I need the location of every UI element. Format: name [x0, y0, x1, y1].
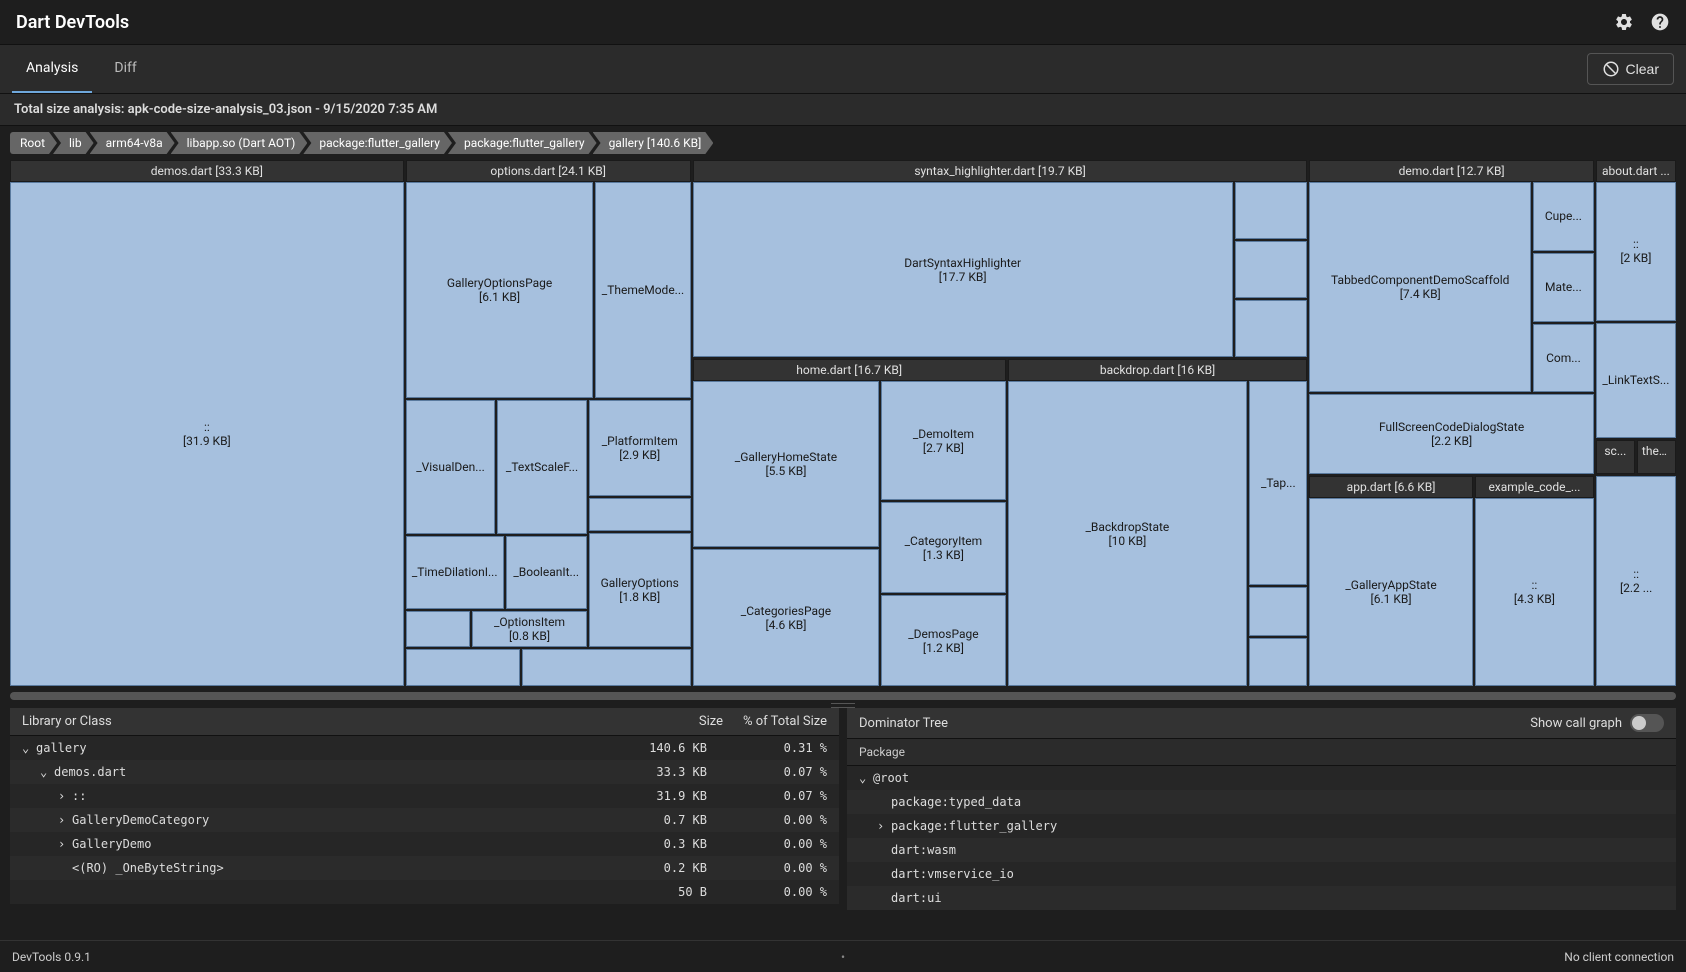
tab-analysis[interactable]: Analysis: [12, 45, 92, 93]
crumb-arch[interactable]: arm64-v8a: [90, 132, 175, 154]
treemap-node[interactable]: [1235, 241, 1308, 298]
treemap-node[interactable]: _DemosPage [1.2 KB]: [881, 595, 1005, 686]
list-item[interactable]: dart:ui: [847, 886, 1676, 910]
status-center: •: [841, 950, 845, 964]
table-row[interactable]: ⌄demos.dart33.3 KB0.07 %: [10, 760, 839, 784]
treemap-node[interactable]: _LinkTextS...: [1596, 323, 1676, 438]
treemap-header-home[interactable]: home.dart [16.7 KB]: [693, 359, 1006, 381]
treemap-header-demo[interactable]: demo.dart [12.7 KB]: [1309, 160, 1593, 182]
treemap-header-syntax[interactable]: syntax_highlighter.dart [19.7 KB]: [693, 160, 1308, 182]
list-item[interactable]: dart:vmservice_io: [847, 862, 1676, 886]
treemap-node[interactable]: GalleryOptions [1.8 KB]: [589, 533, 691, 647]
treemap-node[interactable]: GalleryOptionsPage [6.1 KB]: [406, 182, 594, 398]
treemap-header-backdrop[interactable]: backdrop.dart [16 KB]: [1008, 359, 1308, 381]
crumb-pkg1[interactable]: package:flutter_gallery: [303, 132, 452, 154]
list-item[interactable]: dart:wasm: [847, 838, 1676, 862]
list-item[interactable]: ⌄@root: [847, 766, 1676, 790]
table-row[interactable]: 50 B0.00 %: [10, 880, 839, 904]
treemap-header-sc[interactable]: sc...: [1596, 440, 1635, 475]
treemap-node[interactable]: _GalleryHomeState [5.5 KB]: [693, 381, 880, 547]
col-size: Size: [699, 714, 723, 729]
treemap-node[interactable]: _GalleryAppState [6.1 KB]: [1309, 498, 1472, 686]
treemap-node[interactable]: _CategoryItem [1.3 KB]: [881, 502, 1005, 593]
toggle-label: Show call graph: [1530, 716, 1622, 731]
treemap-node[interactable]: [589, 498, 691, 531]
treemap-scrollbar[interactable]: [10, 690, 1676, 702]
treemap-node[interactable]: _ThemeMode...: [595, 182, 690, 398]
list-item[interactable]: ›package:flutter_gallery: [847, 814, 1676, 838]
treemap-node[interactable]: [406, 649, 520, 686]
treemap-node[interactable]: :: [31.9 KB]: [10, 182, 404, 686]
table-row[interactable]: ⌄gallery140.6 KB0.31 %: [10, 736, 839, 760]
list-item[interactable]: package:typed_data: [847, 790, 1676, 814]
crumb-libapp[interactable]: libapp.so (Dart AOT): [171, 132, 308, 154]
treemap-node[interactable]: _BooleanIt...: [506, 536, 587, 609]
treemap: demos.dart [33.3 KB] :: [31.9 KB] option…: [0, 160, 1686, 690]
crumb-gallery[interactable]: gallery [140.6 KB]: [593, 132, 714, 154]
treemap-node[interactable]: [1235, 182, 1308, 239]
table-row[interactable]: ›::31.9 KB0.07 %: [10, 784, 839, 808]
treemap-node[interactable]: [1249, 638, 1307, 686]
treemap-header-about[interactable]: about.dart ...: [1596, 160, 1676, 182]
treemap-node[interactable]: Mate...: [1533, 253, 1594, 322]
analysis-title: Total size analysis: apk-code-size-analy…: [0, 94, 1686, 126]
treemap-node[interactable]: _TextScaleF...: [497, 400, 587, 534]
breadcrumb: Root lib arm64-v8a libapp.so (Dart AOT) …: [0, 126, 1686, 160]
crumb-root[interactable]: Root: [10, 132, 57, 154]
table-row[interactable]: ›GalleryDemo0.3 KB0.00 %: [10, 832, 839, 856]
table-row[interactable]: ›GalleryDemoCategory0.7 KB0.00 %: [10, 808, 839, 832]
tab-diff[interactable]: Diff: [100, 45, 150, 93]
library-panel: Library or Class Size % of Total Size ⌄g…: [10, 708, 839, 940]
clear-button[interactable]: Clear: [1587, 53, 1674, 85]
treemap-node[interactable]: [1235, 300, 1308, 357]
crumb-pkg2[interactable]: package:flutter_gallery: [448, 132, 597, 154]
treemap-node[interactable]: _TimeDilationI...: [406, 536, 504, 609]
treemap-header-app[interactable]: app.dart [6.6 KB]: [1309, 476, 1472, 498]
treemap-node[interactable]: [406, 611, 470, 647]
treemap-node[interactable]: DartSyntaxHighlighter [17.7 KB]: [693, 182, 1233, 357]
treemap-node[interactable]: [522, 649, 691, 686]
treemap-node[interactable]: Cupe...: [1533, 182, 1594, 251]
treemap-node[interactable]: :: [2.2 ...: [1596, 476, 1676, 686]
treemap-header-demos[interactable]: demos.dart [33.3 KB]: [10, 160, 404, 182]
block-icon: [1602, 60, 1620, 78]
treemap-node[interactable]: _PlatformItem [2.9 KB]: [589, 400, 691, 496]
treemap-node[interactable]: _VisualDen...: [406, 400, 496, 534]
treemap-node[interactable]: _BackdropState [10 KB]: [1008, 381, 1247, 686]
app-title: Dart DevTools: [16, 12, 129, 33]
treemap-node[interactable]: TabbedComponentDemoScaffold [7.4 KB]: [1309, 182, 1531, 392]
treemap-node[interactable]: _Tap...: [1249, 381, 1307, 585]
status-connection: No client connection: [1564, 950, 1674, 964]
treemap-node[interactable]: Com...: [1533, 324, 1594, 393]
treemap-node[interactable]: _OptionsItem [0.8 KB]: [472, 611, 587, 647]
status-version: DevTools 0.9.1: [12, 950, 91, 964]
treemap-node[interactable]: _CategoriesPage [4.6 KB]: [693, 549, 880, 686]
help-icon[interactable]: [1650, 12, 1670, 32]
treemap-node[interactable]: _DemoItem [2.7 KB]: [881, 381, 1005, 500]
treemap-node[interactable]: :: [4.3 KB]: [1475, 498, 1595, 686]
treemap-node[interactable]: [1249, 587, 1307, 635]
col-pct: % of Total Size: [743, 714, 827, 729]
call-graph-toggle[interactable]: [1630, 714, 1664, 732]
table-row[interactable]: <(RO) _OneByteString>0.2 KB0.00 %: [10, 856, 839, 880]
treemap-header-example[interactable]: example_code_...: [1475, 476, 1595, 498]
dominator-title: Dominator Tree: [859, 716, 948, 731]
treemap-header-options[interactable]: options.dart [24.1 KB]: [406, 160, 691, 182]
clear-label: Clear: [1626, 61, 1659, 77]
gear-icon[interactable]: [1614, 12, 1634, 32]
dominator-panel: Dominator Tree Show call graph Package ⌄…: [847, 708, 1676, 940]
treemap-node[interactable]: :: [2 KB]: [1596, 182, 1676, 321]
package-subhead: Package: [847, 739, 1676, 766]
crumb-lib[interactable]: lib: [53, 132, 94, 154]
col-library: Library or Class: [22, 714, 112, 729]
treemap-node[interactable]: FullScreenCodeDialogState [2.2 KB]: [1309, 394, 1593, 474]
treemap-header-them[interactable]: them...: [1637, 440, 1676, 475]
